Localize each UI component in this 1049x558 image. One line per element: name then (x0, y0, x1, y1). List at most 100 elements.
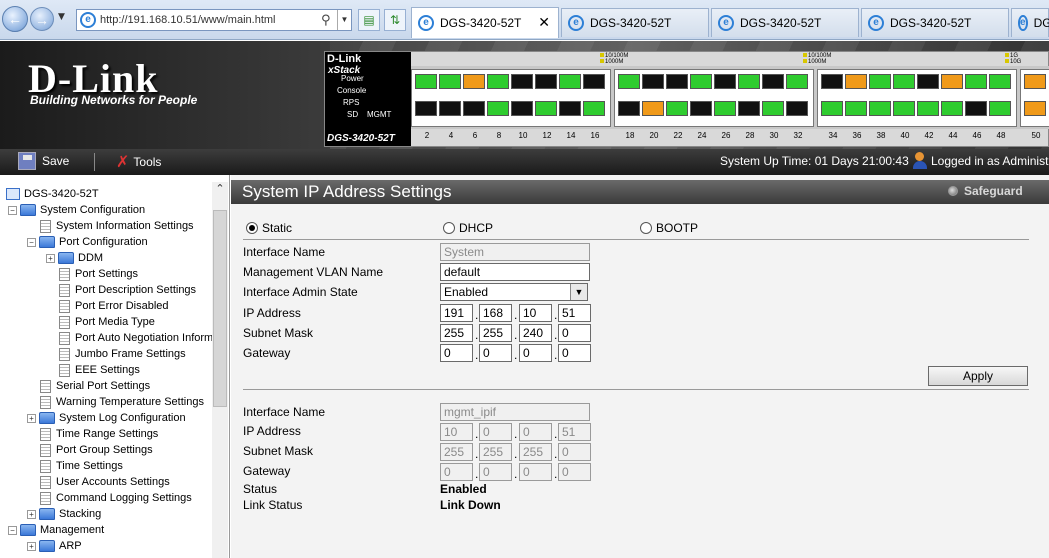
switch-port[interactable] (821, 101, 843, 116)
gateway-octet-2[interactable]: 0 (479, 344, 512, 362)
switch-port[interactable] (786, 74, 808, 89)
refresh-icon[interactable]: ⇅ (384, 9, 406, 31)
chevron-down-icon[interactable]: ▼ (570, 284, 587, 300)
browser-tab[interactable]: e DGS-3420-52T (561, 8, 709, 37)
tools-menu[interactable]: ✗ Tools (116, 152, 161, 172)
tree-item[interactable]: Port Auto Negotiation Inform (59, 330, 213, 346)
switch-port[interactable] (487, 74, 509, 89)
tree-item[interactable]: Time Range Settings (40, 426, 158, 442)
switch-port[interactable] (415, 101, 437, 116)
tree-item[interactable]: Time Settings (40, 458, 123, 474)
switch-port[interactable] (1024, 101, 1046, 116)
switch-port[interactable] (869, 74, 891, 89)
switch-port[interactable] (762, 74, 784, 89)
apply-button[interactable]: Apply (928, 366, 1028, 386)
switch-port[interactable] (439, 74, 461, 89)
switch-port[interactable] (917, 101, 939, 116)
static-radio[interactable]: Static (246, 221, 292, 235)
back-button[interactable]: ← (2, 6, 28, 32)
tree-item[interactable]: Command Logging Settings (40, 490, 192, 506)
switch-port[interactable] (845, 74, 867, 89)
mask-octet-2[interactable]: 255 (479, 324, 512, 342)
admin-state-select[interactable]: Enabled ▼ (440, 283, 588, 301)
switch-port[interactable] (738, 74, 760, 89)
switch-port[interactable] (666, 101, 688, 116)
scroll-up-icon[interactable]: ⌃ (212, 182, 228, 200)
switch-port[interactable] (618, 74, 640, 89)
switch-port[interactable] (714, 74, 736, 89)
mask-octet-4[interactable]: 0 (558, 324, 591, 342)
forward-button[interactable]: → (30, 7, 54, 31)
switch-port[interactable] (690, 101, 712, 116)
tree-item[interactable]: Serial Port Settings (40, 378, 150, 394)
switch-port[interactable] (463, 74, 485, 89)
switch-port[interactable] (1024, 74, 1046, 89)
switch-port[interactable] (559, 74, 581, 89)
switch-port[interactable] (666, 74, 688, 89)
switch-port[interactable] (965, 74, 987, 89)
tree-item[interactable]: + ARP (27, 538, 82, 554)
browser-tab[interactable]: e DGS-3420-52T ✕ (411, 7, 559, 38)
switch-front-panel[interactable]: D-Link xStack Power Console RPS SD MGMT … (324, 51, 1049, 147)
tree-item[interactable]: System Information Settings (40, 218, 194, 234)
switch-port[interactable] (642, 101, 664, 116)
tree-item[interactable]: + System Log Configuration (27, 410, 186, 426)
tree-item[interactable]: Jumbo Frame Settings (59, 346, 186, 362)
ip-octet-2[interactable]: 168 (479, 304, 512, 322)
tree-item[interactable]: + DDM (46, 250, 103, 266)
tree-item[interactable]: − System Configuration (8, 202, 145, 218)
mask-octet-3[interactable]: 240 (519, 324, 552, 342)
switch-port[interactable] (535, 101, 557, 116)
switch-port[interactable] (463, 101, 485, 116)
switch-port[interactable] (559, 101, 581, 116)
save-button[interactable]: Save (18, 152, 69, 170)
expand-icon[interactable]: + (27, 541, 36, 551)
tree-item[interactable]: Port Error Disabled (59, 298, 169, 314)
tree-item[interactable]: − Management (8, 522, 104, 538)
collapse-icon[interactable]: − (8, 205, 17, 215)
switch-port[interactable] (487, 101, 509, 116)
ip-octet-4[interactable]: 51 (558, 304, 591, 322)
tree-item[interactable]: Port Group Settings (40, 442, 153, 458)
switch-port[interactable] (893, 74, 915, 89)
tree-scrollbar[interactable]: ⌃ (212, 182, 228, 558)
switch-port[interactable] (415, 74, 437, 89)
switch-port[interactable] (511, 101, 533, 116)
history-dropdown-icon[interactable]: ▼ (58, 12, 65, 22)
tree-item[interactable]: User Accounts Settings (40, 474, 170, 490)
address-url[interactable]: http://191.168.10.51/www/main.html (100, 14, 321, 26)
switch-port[interactable] (917, 74, 939, 89)
gateway-octet-3[interactable]: 0 (519, 344, 552, 362)
expand-icon[interactable]: + (27, 509, 36, 519)
tree-item[interactable]: EEE Settings (59, 362, 140, 378)
switch-port[interactable] (941, 101, 963, 116)
switch-port[interactable] (762, 101, 784, 116)
tree-item[interactable]: Port Description Settings (59, 282, 196, 298)
gateway-octet-4[interactable]: 0 (558, 344, 591, 362)
bootp-radio[interactable]: BOOTP (640, 221, 698, 235)
switch-port[interactable] (583, 74, 605, 89)
tree-root[interactable]: DGS-3420-52T (6, 186, 99, 202)
switch-port[interactable] (989, 74, 1011, 89)
switch-port[interactable] (821, 74, 843, 89)
switch-port[interactable] (965, 101, 987, 116)
gateway-octet-1[interactable]: 0 (440, 344, 473, 362)
scrollbar-thumb[interactable] (213, 210, 227, 407)
address-bar[interactable]: e http://191.168.10.51/www/main.html ⚲ ▼ (76, 9, 352, 31)
switch-port[interactable] (941, 74, 963, 89)
tree-item[interactable]: + Stacking (27, 506, 101, 522)
ip-octet-3[interactable]: 10 (519, 304, 552, 322)
mask-octet-1[interactable]: 255 (440, 324, 473, 342)
search-icon[interactable]: ⚲ (321, 12, 337, 28)
switch-port[interactable] (738, 101, 760, 116)
tree-item[interactable]: Warning Temperature Settings (40, 394, 204, 410)
switch-port[interactable] (893, 101, 915, 116)
ip-octet-1[interactable]: 191 (440, 304, 473, 322)
switch-port[interactable] (989, 101, 1011, 116)
switch-port[interactable] (869, 101, 891, 116)
switch-port[interactable] (642, 74, 664, 89)
switch-port[interactable] (439, 101, 461, 116)
switch-port[interactable] (690, 74, 712, 89)
expand-icon[interactable]: + (27, 413, 36, 423)
tree-item[interactable]: − Port Configuration (27, 234, 148, 250)
